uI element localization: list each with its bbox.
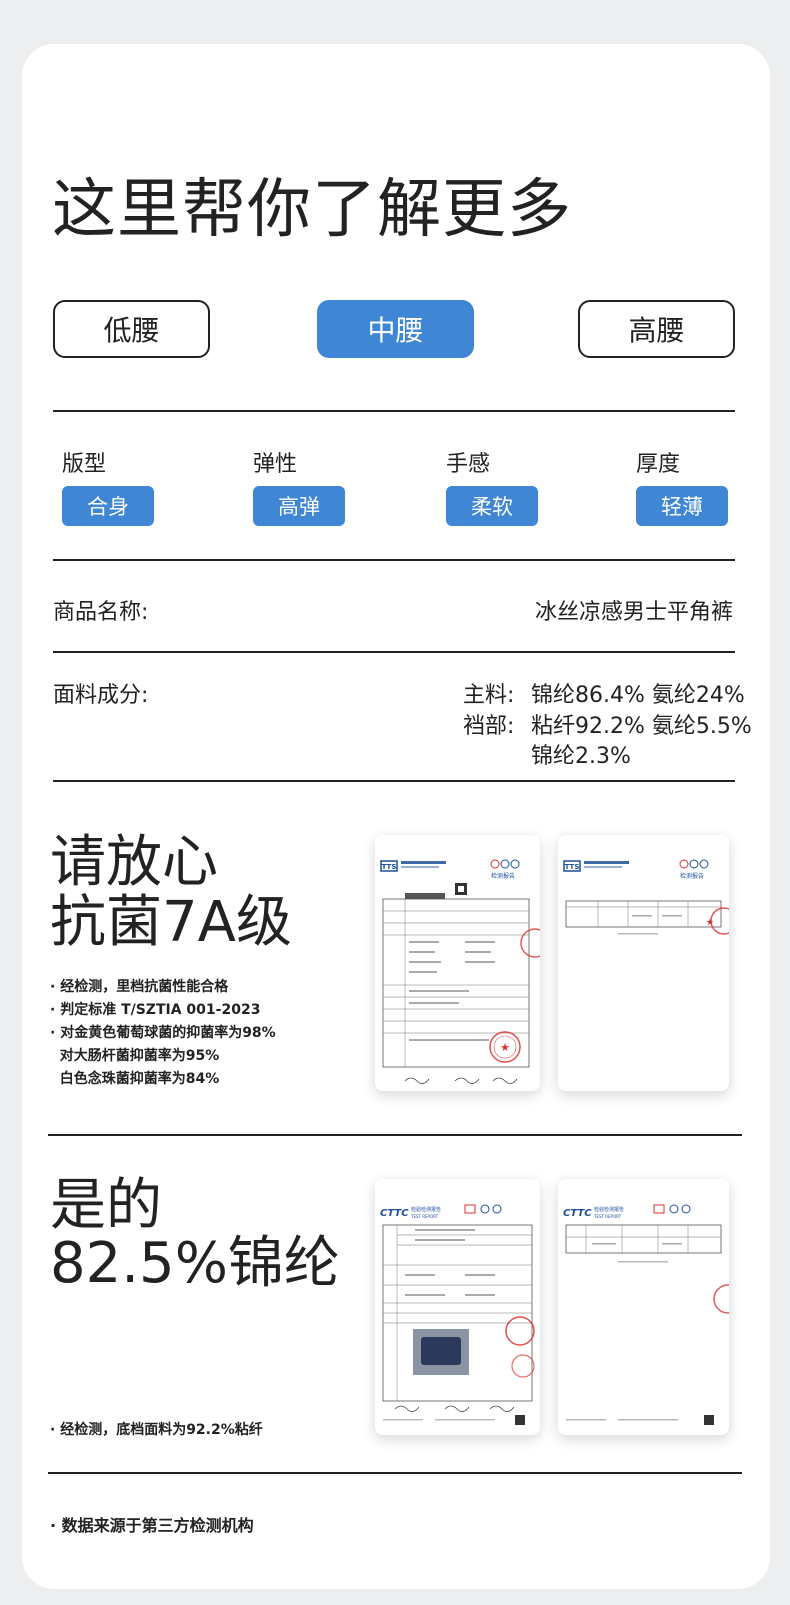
fabric-label: 面料成分:	[53, 683, 149, 708]
nylon-note: · 经检测，底档面料为92.2%粘纤	[50, 1422, 263, 1438]
page-title: 这里帮你了解更多	[52, 173, 572, 247]
antibacterial-note: · 对金黄色葡萄球菌的抑菌率为98%	[50, 1025, 276, 1041]
waist-low-button[interactable]: 低腰	[53, 300, 210, 358]
main-fabric-label: 主料:	[463, 683, 515, 708]
attr-label-elasticity: 弹性	[253, 452, 298, 477]
attr-tag-elasticity: 高弹	[253, 486, 345, 526]
antibacterial-heading-line-2: 抗菌7A级	[50, 890, 292, 955]
report-title: 检测报告	[491, 872, 515, 880]
waist-mid-button[interactable]: 中腰	[317, 300, 474, 358]
cttc-logo: CTTC	[380, 1208, 409, 1219]
nylon-report-image-2: CTTC 检验检测报告 TEST REPORT	[558, 1179, 729, 1435]
tts-logo: TTS	[382, 863, 397, 871]
tts-logo: TTS	[565, 863, 580, 871]
main-fabric-value: 锦纶86.4% 氨纶24%	[531, 683, 745, 708]
attr-tag-fit: 合身	[62, 486, 154, 526]
antibacterial-note: 对大肠杆菌抑菌率为95%	[50, 1048, 220, 1064]
data-source-note: · 数据来源于第三方检测机构	[50, 1516, 254, 1535]
nylon-heading-line-1: 是的	[50, 1173, 162, 1238]
antibacterial-heading-line-1: 请放心	[50, 830, 218, 895]
nylon-heading-line-2: 82.5%锦纶	[50, 1231, 340, 1296]
report-title: 检验检测报告	[594, 1206, 624, 1213]
antibacterial-note: 白色念珠菌抑菌率为84%	[50, 1071, 220, 1087]
divider	[48, 1134, 742, 1136]
report-title: 检验检测报告	[411, 1206, 441, 1213]
attr-label-feel: 手感	[446, 452, 491, 477]
divider	[53, 651, 735, 653]
crotch-fabric-label: 裆部:	[463, 714, 515, 739]
report-subtitle: TEST REPORT	[593, 1214, 622, 1219]
antibacterial-note: · 判定标准 T/SZTIA 001-2023	[50, 1002, 261, 1018]
nylon-report-image-1: CTTC 检验检测报告 TEST REPORT	[375, 1179, 540, 1435]
product-name-value: 冰丝凉感男士平角裤	[534, 600, 733, 625]
divider	[53, 410, 735, 412]
cttc-logo: CTTC	[563, 1208, 592, 1219]
svg-text:★: ★	[500, 1041, 510, 1054]
crotch-fabric-value: 粘纤92.2% 氨纶5.5%	[531, 714, 752, 739]
divider	[53, 780, 735, 782]
crotch-fabric-value-extra: 锦纶2.3%	[531, 744, 631, 769]
antibacterial-report-image-2: TTS 检测报告 ★	[558, 835, 729, 1091]
divider	[48, 1472, 742, 1474]
report-subtitle: TEST REPORT	[410, 1214, 439, 1219]
antibacterial-note: · 经检测，里档抗菌性能合格	[50, 979, 229, 995]
attr-label-thickness: 厚度	[636, 452, 681, 477]
attr-tag-thickness: 轻薄	[636, 486, 728, 526]
report-title: 检测报告	[680, 872, 704, 880]
divider	[53, 559, 735, 561]
attr-label-fit: 版型	[62, 452, 107, 477]
product-name-label: 商品名称:	[53, 600, 149, 625]
antibacterial-report-image-1: TTS 检测报告 ★	[375, 835, 540, 1091]
waist-high-button[interactable]: 高腰	[578, 300, 735, 358]
attr-tag-feel: 柔软	[446, 486, 538, 526]
